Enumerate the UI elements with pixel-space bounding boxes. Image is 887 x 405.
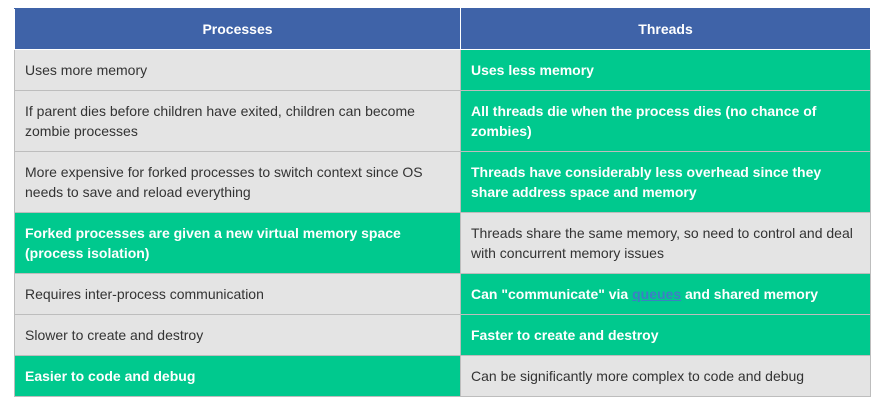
- table-row: More expensive for forked processes to s…: [14, 151, 871, 213]
- processes-cell: Uses more memory: [14, 49, 461, 91]
- threads-cell: Threads share the same memory, so need t…: [460, 212, 871, 274]
- processes-cell: Forked processes are given a new virtual…: [14, 212, 461, 274]
- threads-text-before-link: Can "communicate" via: [471, 286, 633, 302]
- threads-cell: Faster to create and destroy: [460, 314, 871, 356]
- table-row: Slower to create and destroy Faster to c…: [14, 314, 871, 356]
- table-row: Forked processes are given a new virtual…: [14, 212, 871, 274]
- processes-vs-threads-table: Processes Threads Uses more memory Uses …: [14, 8, 871, 397]
- threads-cell: Uses less memory: [460, 49, 871, 91]
- header-threads: Threads: [460, 8, 871, 50]
- threads-cell: Can be significantly more complex to cod…: [460, 355, 871, 397]
- table-row: Uses more memory Uses less memory: [14, 49, 871, 91]
- queues-link[interactable]: queues: [632, 286, 681, 302]
- processes-cell: Requires inter-process communication: [14, 273, 461, 315]
- table-header-row: Processes Threads: [14, 8, 871, 50]
- processes-cell: More expensive for forked processes to s…: [14, 151, 461, 213]
- header-processes: Processes: [14, 8, 461, 50]
- processes-cell: Easier to code and debug: [14, 355, 461, 397]
- table-row: Requires inter-process communication Can…: [14, 273, 871, 315]
- processes-cell: Slower to create and destroy: [14, 314, 461, 356]
- threads-cell: Threads have considerably less overhead …: [460, 151, 871, 213]
- threads-text-after-link: and shared memory: [681, 286, 819, 302]
- table-row: If parent dies before children have exit…: [14, 90, 871, 152]
- threads-cell: Can "communicate" via queues and shared …: [460, 273, 871, 315]
- table-row: Easier to code and debug Can be signific…: [14, 355, 871, 397]
- threads-cell: All threads die when the process dies (n…: [460, 90, 871, 152]
- comparison-table-container: Processes Threads Uses more memory Uses …: [14, 8, 871, 397]
- processes-cell: If parent dies before children have exit…: [14, 90, 461, 152]
